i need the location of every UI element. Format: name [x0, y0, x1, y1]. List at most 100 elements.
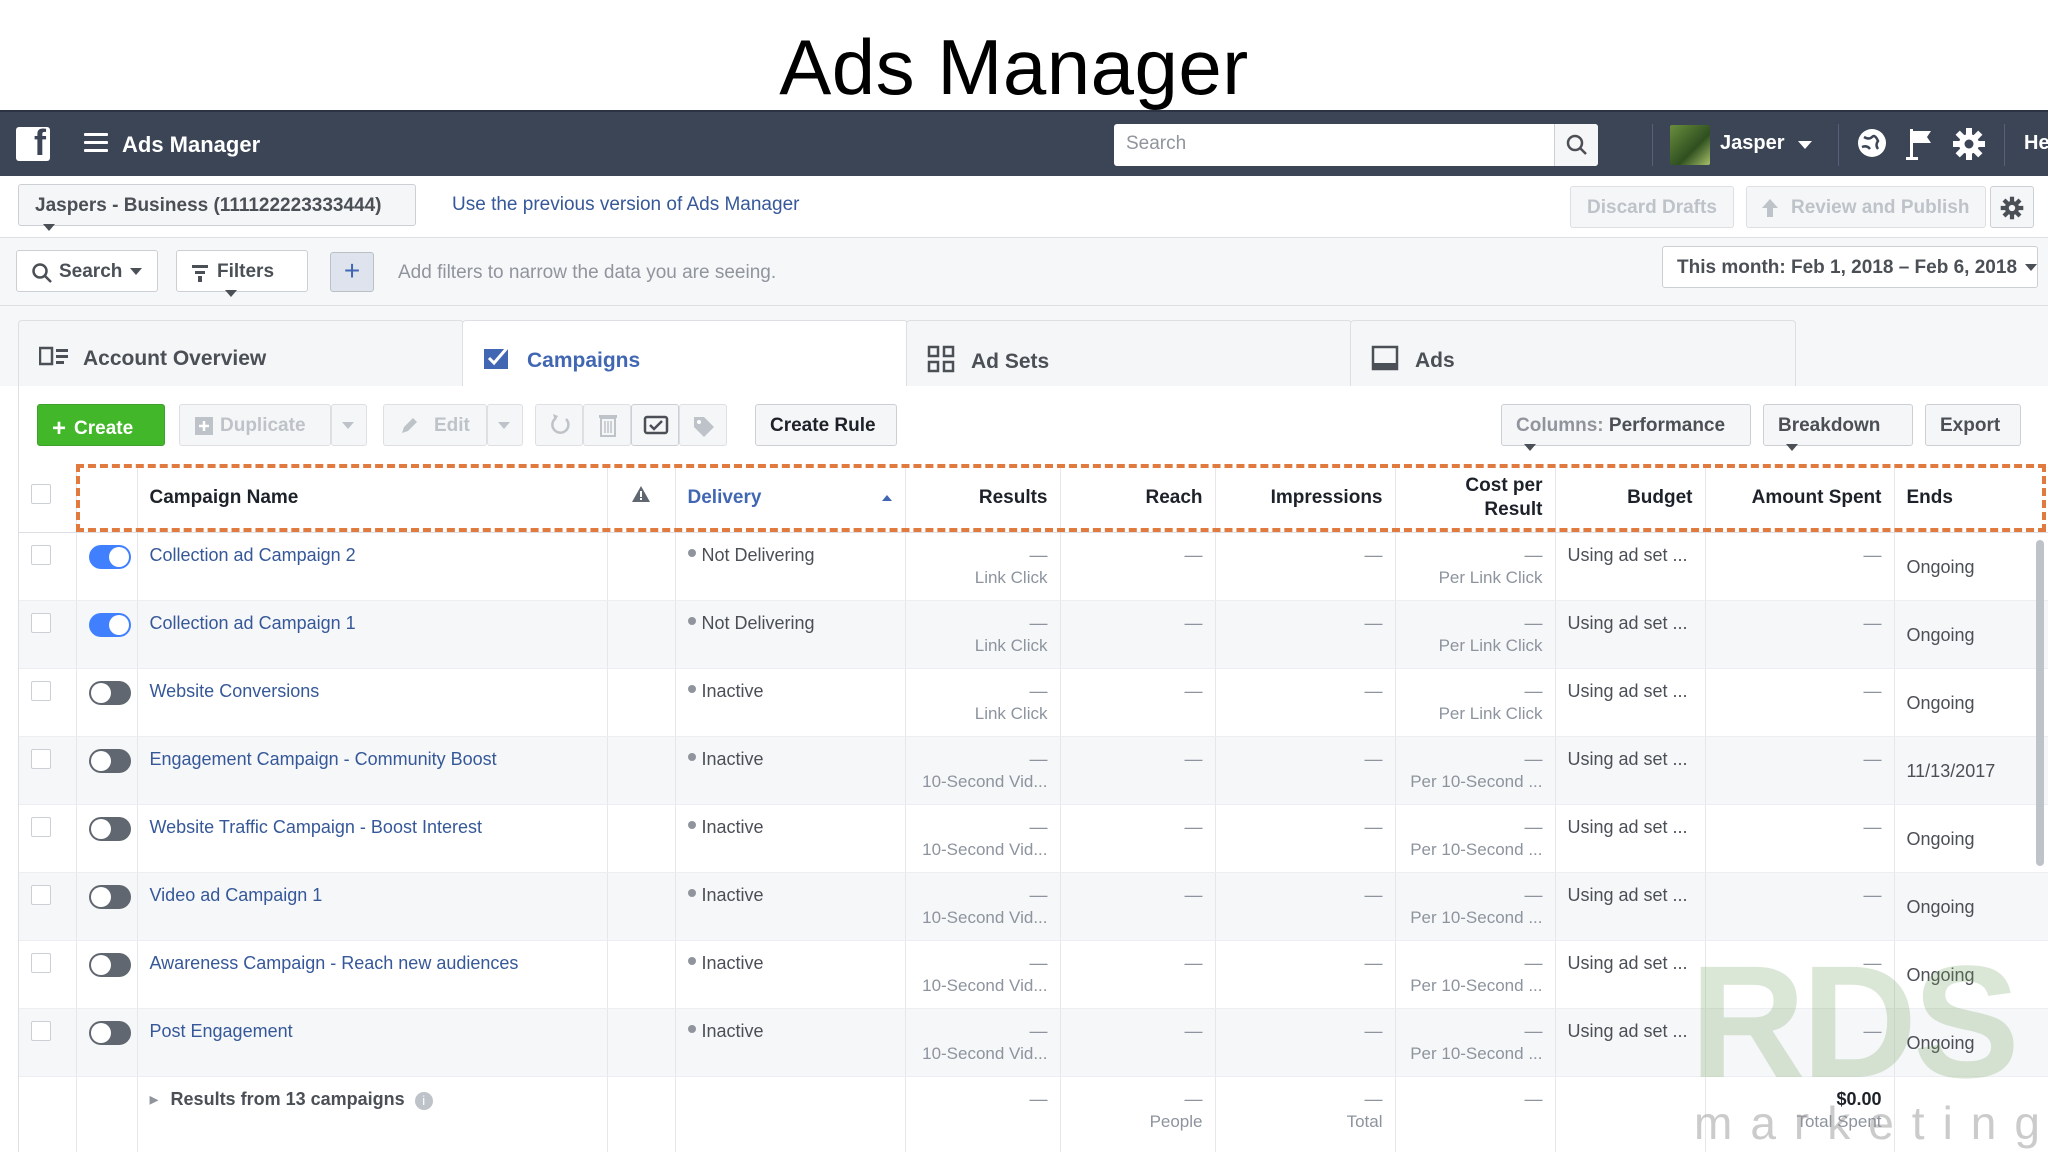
header-reach[interactable]: Reach: [1060, 464, 1216, 533]
row-checkbox[interactable]: [31, 1020, 51, 1041]
results-cell: — Link Click: [905, 600, 1061, 669]
campaign-name-link[interactable]: Collection ad Campaign 1: [150, 613, 356, 633]
sort-ascending-icon[interactable]: [881, 494, 893, 502]
undo-icon: [551, 414, 570, 434]
row-checkbox[interactable]: [31, 544, 51, 565]
account-selector[interactable]: Jaspers - Business (111122223333444): [18, 184, 416, 232]
impressions-cell: —: [1215, 1008, 1396, 1077]
export-button[interactable]: Export: [1925, 404, 2021, 446]
gear-icon[interactable]: [1952, 127, 1986, 167]
settings-gear-icon[interactable]: [1990, 186, 2034, 228]
header-impressions[interactable]: Impressions: [1215, 464, 1396, 533]
search-filter-button[interactable]: Search: [16, 250, 158, 292]
flag-icon[interactable]: [1906, 127, 1936, 167]
table-scrollbar[interactable]: [2036, 540, 2044, 866]
amount-spent-value: —: [1863, 612, 1882, 633]
table-row[interactable]: Awareness Campaign - Reach new audiences…: [19, 940, 2048, 1009]
header-budget[interactable]: Budget: [1555, 464, 1706, 533]
campaign-name-link[interactable]: Post Engagement: [150, 1021, 293, 1041]
row-checkbox[interactable]: [31, 680, 51, 701]
tab-ads[interactable]: Ads: [1350, 320, 1796, 386]
date-range-picker[interactable]: This month: Feb 1, 2018 – Feb 6, 2018: [1662, 246, 2038, 288]
review-publish-button[interactable]: Review and Publish: [1746, 186, 1987, 228]
breakdown-button[interactable]: Breakdown: [1763, 404, 1913, 452]
table-row[interactable]: Video ad Campaign 1 Inactive —10-Second Vi…: [19, 872, 2048, 941]
duplicate-dropdown[interactable]: [331, 404, 367, 446]
table-row[interactable]: Collection ad Campaign 2 Not Delivering — L…: [19, 532, 2048, 601]
cost-type: Per 10-Second ...: [1410, 839, 1543, 859]
create-button[interactable]: + Create: [37, 404, 165, 446]
discard-drafts-button[interactable]: Discard Drafts: [1570, 186, 1734, 228]
delete-button[interactable]: [583, 404, 631, 446]
search-submit-button[interactable]: [1554, 124, 1598, 166]
previous-version-link[interactable]: Use the previous version of Ads Manager: [452, 194, 799, 216]
campaign-toggle[interactable]: [88, 952, 131, 977]
summary-cell: [607, 1076, 676, 1152]
amount-spent-cell: —: [1705, 668, 1895, 737]
hamburger-menu-icon[interactable]: [84, 133, 108, 153]
table-row[interactable]: Post Engagement Inactive —10-Second Vid...…: [19, 1008, 2048, 1077]
user-avatar[interactable]: [1670, 125, 1710, 165]
create-rule-button[interactable]: Create Rule: [755, 404, 897, 446]
revert-button[interactable]: [535, 404, 583, 446]
globe-icon[interactable]: [1856, 127, 1888, 165]
tab-campaigns[interactable]: Campaigns: [462, 320, 908, 387]
row-checkbox[interactable]: [31, 748, 51, 769]
campaign-toggle[interactable]: [88, 612, 131, 637]
search-icon: [1566, 134, 1587, 155]
campaign-name-link[interactable]: Engagement Campaign - Community Boost: [150, 749, 497, 769]
header-results[interactable]: Results: [905, 464, 1061, 533]
info-icon[interactable]: i: [414, 1091, 433, 1110]
table-row[interactable]: Engagement Campaign - Community Boost Ina…: [19, 736, 2048, 805]
app-title[interactable]: Ads Manager: [122, 132, 260, 158]
campaign-name-link[interactable]: Website Traffic Campaign - Boost Interes…: [150, 817, 482, 837]
header-campaign-name[interactable]: Campaign Name: [137, 464, 608, 533]
campaign-name-link[interactable]: Website Conversions: [150, 681, 320, 701]
header-amount-spent[interactable]: Amount Spent: [1705, 464, 1895, 533]
global-search-input[interactable]: [1114, 124, 1534, 164]
tab-account-overview[interactable]: Account Overview: [18, 320, 464, 386]
campaign-toggle[interactable]: [88, 816, 131, 841]
campaign-toggle[interactable]: [88, 680, 131, 705]
columns-selector[interactable]: Columns: Performance: [1501, 404, 1751, 452]
cost-type: Per Link Click: [1438, 635, 1543, 655]
filters-button[interactable]: Filters: [176, 250, 308, 298]
summary-amount-value: $0.00: [1836, 1088, 1882, 1109]
row-checkbox[interactable]: [31, 816, 51, 837]
chevron-down-icon[interactable]: [1798, 141, 1812, 149]
table-row[interactable]: Website Conversions Inactive — Link Click — —…: [19, 668, 2048, 737]
header-cost-per-result[interactable]: Cost per Result: [1395, 464, 1556, 533]
campaign-toggle[interactable]: [88, 544, 131, 569]
summary-cell: [1894, 1076, 2048, 1152]
campaign-name-link[interactable]: Video ad Campaign 1: [150, 885, 323, 905]
summary-reach-value: —: [1184, 1088, 1203, 1109]
ab-test-button[interactable]: [631, 404, 679, 446]
header-ends[interactable]: Ends: [1894, 464, 2048, 533]
delivery-cell: Inactive: [675, 940, 906, 1009]
tab-ad-sets[interactable]: Ad Sets: [906, 320, 1352, 386]
expand-chevron-icon[interactable]: ▸: [150, 1089, 159, 1109]
row-select-cell: [19, 668, 77, 737]
table-row[interactable]: Collection ad Campaign 1 Not Delivering — L…: [19, 600, 2048, 669]
tag-button[interactable]: [679, 404, 727, 446]
campaign-name-cell: Collection ad Campaign 2: [137, 532, 608, 601]
campaign-toggle[interactable]: [88, 1020, 131, 1045]
row-checkbox[interactable]: [31, 952, 51, 973]
header-delivery[interactable]: Delivery: [675, 464, 906, 533]
table-row[interactable]: Website Traffic Campaign - Boost Interes…: [19, 804, 2048, 873]
add-filter-button[interactable]: +: [330, 252, 374, 292]
row-checkbox[interactable]: [31, 612, 51, 633]
campaign-name-link[interactable]: Collection ad Campaign 2: [150, 545, 356, 565]
campaign-toggle[interactable]: [88, 748, 131, 773]
campaign-toggle[interactable]: [88, 884, 131, 909]
facebook-logo-icon[interactable]: f: [16, 122, 50, 163]
chevron-down-icon: [1786, 444, 1798, 452]
row-checkbox[interactable]: [31, 884, 51, 905]
campaign-name-link[interactable]: Awareness Campaign - Reach new audiences: [150, 953, 519, 973]
edit-dropdown[interactable]: [487, 404, 523, 446]
duplicate-button[interactable]: Duplicate: [179, 404, 331, 446]
help-link[interactable]: He: [2024, 132, 2048, 155]
edit-button[interactable]: Edit: [383, 404, 487, 446]
select-all-checkbox[interactable]: [31, 484, 51, 505]
user-name[interactable]: Jasper: [1720, 132, 1785, 155]
